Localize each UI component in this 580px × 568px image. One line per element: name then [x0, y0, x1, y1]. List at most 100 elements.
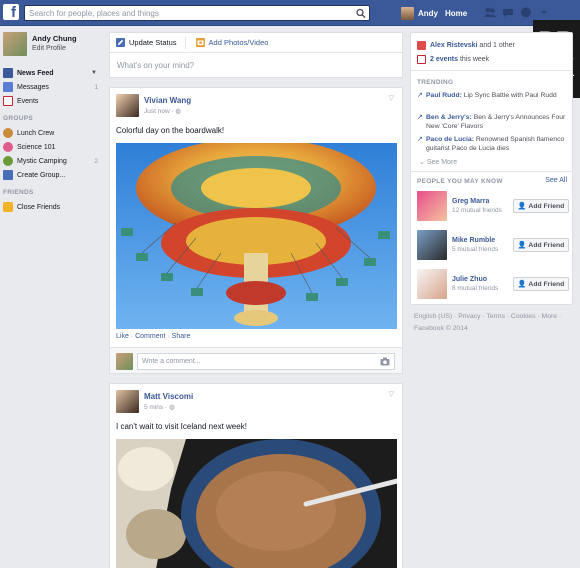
add-friend-icon: 👤: [517, 281, 527, 288]
pymk-card: Julie Zhuo 8 mutual friends 👤 Add Friend: [417, 269, 569, 301]
calendar-icon: [3, 96, 13, 106]
mutual-friends[interactable]: 5 mutual friends: [452, 246, 498, 253]
event-item[interactable]: 2 events this week: [417, 55, 489, 64]
trending-item[interactable]: ↗ Ben & Jerry's: Ben & Jerry's Announces…: [417, 113, 567, 131]
tree-icon: [3, 156, 13, 166]
post-photo[interactable]: [116, 143, 397, 329]
avatar[interactable]: [417, 269, 447, 299]
sidebar-item-close-friends[interactable]: Close Friends: [3, 200, 103, 214]
sidebar-item-messages[interactable]: Messages 1: [3, 80, 103, 94]
share-link[interactable]: Share: [172, 333, 191, 340]
avatar[interactable]: [417, 191, 447, 221]
add-photos-tab[interactable]: Add Photos/Video: [195, 38, 268, 47]
profile-name[interactable]: Andy Chung: [32, 34, 77, 43]
post-timestamp[interactable]: 5 mins · ◍: [144, 403, 193, 411]
comment-row: [110, 347, 402, 373]
post-author[interactable]: Vivian Wang: [144, 96, 191, 105]
add-friend-button[interactable]: 👤 Add Friend: [513, 238, 569, 252]
messages-icon: [3, 82, 13, 92]
mutual-friends[interactable]: 12 mutual friends: [452, 207, 502, 214]
page-footer: English (US) · Privacy · Terms · Cookies…: [414, 311, 574, 335]
edit-profile-link[interactable]: Edit Profile: [32, 45, 77, 52]
top-bar: f Andy Home: [0, 0, 580, 26]
add-friend-button[interactable]: 👤 Add Friend: [513, 199, 569, 213]
footer-links[interactable]: English (US) · Privacy · Terms · Cookies…: [414, 311, 574, 323]
post-text: Colorful day on the boardwalk!: [116, 126, 225, 135]
comment-input[interactable]: [138, 354, 368, 369]
pymk-name[interactable]: Mike Rumble: [452, 237, 495, 244]
star-icon: [3, 202, 13, 212]
settings-icon[interactable]: [538, 6, 550, 19]
post-author[interactable]: Matt Viscomi: [144, 392, 193, 401]
copyright: Facebook © 2014: [414, 325, 468, 332]
status-input[interactable]: What's on your mind?: [110, 53, 402, 70]
post-actions: Like · Comment · Share: [116, 333, 191, 340]
chevron-down-icon[interactable]: ▽: [389, 390, 394, 398]
pymk-name[interactable]: Greg Marra: [452, 198, 489, 205]
avatar: [401, 6, 414, 20]
chevron-down-icon[interactable]: ▽: [389, 94, 394, 102]
comment-box[interactable]: [137, 353, 395, 370]
trending-arrow-icon: ↗: [417, 114, 423, 121]
trending-item[interactable]: ↗ Paul Rudd: Lip Sync Battle with Paul R…: [417, 91, 567, 100]
home-link[interactable]: Home: [445, 9, 467, 18]
event-name[interactable]: 2 events: [430, 56, 458, 63]
chevron-down-icon[interactable]: ▼: [91, 70, 97, 76]
avatar[interactable]: [116, 390, 139, 413]
search-box[interactable]: [24, 5, 370, 21]
post-time: 5 mins: [144, 404, 164, 411]
avatar[interactable]: [3, 32, 27, 56]
pymk-card: Mike Rumble 5 mutual friends 👤 Add Friend: [417, 230, 569, 262]
camera-icon[interactable]: [380, 357, 390, 366]
event-rest: this week: [458, 56, 490, 63]
friend-requests-icon[interactable]: [484, 6, 496, 19]
post-timestamp[interactable]: Just now · ◍: [144, 107, 191, 115]
add-friend-icon: 👤: [517, 203, 527, 210]
divider: [411, 171, 572, 172]
group-icon: [3, 128, 13, 138]
comment-link[interactable]: Comment: [135, 333, 165, 340]
sidebar-profile[interactable]: Andy Chung Edit Profile: [3, 32, 103, 56]
see-all-link[interactable]: See All: [545, 177, 567, 184]
notifications-icon[interactable]: [520, 6, 532, 19]
sidebar-item-events[interactable]: Events: [3, 94, 103, 108]
post-header: Matt Viscomi 5 mins · ◍: [116, 390, 193, 413]
sidebar-item-label: Events: [17, 97, 39, 105]
top-profile-link[interactable]: Andy: [401, 6, 438, 20]
update-status-tab[interactable]: Update Status: [116, 38, 177, 47]
pymk-name[interactable]: Julie Zhuo: [452, 276, 487, 283]
sidebar-item-mystic-camping[interactable]: Mystic Camping 2: [3, 154, 103, 168]
like-link[interactable]: Like: [116, 333, 129, 340]
facebook-logo[interactable]: f: [3, 4, 19, 20]
see-more-link[interactable]: ⌄ See More: [419, 158, 457, 166]
avatar[interactable]: [417, 230, 447, 260]
messages-icon[interactable]: [502, 6, 514, 19]
trending-desc: Lip Sync Battle with Paul Rudd: [461, 92, 557, 99]
sidebar-item-label: Lunch Crew: [17, 129, 55, 137]
event-item[interactable]: Alex Ristevski and 1 other: [417, 41, 515, 50]
groups-header: GROUPS: [3, 115, 33, 122]
search-icon[interactable]: [355, 8, 367, 19]
top-notification-icons: [484, 6, 550, 19]
sidebar-item-create-group[interactable]: Create Group...: [3, 168, 103, 182]
add-friend-icon: 👤: [517, 242, 527, 249]
add-friend-label: Add Friend: [528, 241, 565, 249]
sidebar-item-lunch-crew[interactable]: Lunch Crew: [3, 126, 103, 140]
search-input[interactable]: [25, 6, 345, 20]
add-friend-button[interactable]: 👤 Add Friend: [513, 277, 569, 291]
feed-post: Vivian Wang Just now · ◍ ▽ Colorful day …: [109, 87, 403, 374]
trending-arrow-icon: ↗: [417, 92, 423, 99]
trending-item[interactable]: ↗ Paco de Lucia: Renowned Spanish flamen…: [417, 135, 567, 153]
sidebar-item-science-101[interactable]: Science 101: [3, 140, 103, 154]
pymk-card: Greg Marra 12 mutual friends 👤 Add Friend: [417, 191, 569, 223]
trending-arrow-icon: ↗: [417, 136, 423, 143]
mutual-friends[interactable]: 8 mutual friends: [452, 285, 498, 292]
chevron-down-icon: ⌄: [419, 159, 425, 166]
event-name[interactable]: Alex Ristevski: [430, 42, 477, 49]
pencil-icon: [116, 38, 125, 47]
camera-icon: [195, 38, 205, 47]
post-photo[interactable]: [116, 439, 397, 568]
gift-icon: [417, 41, 426, 50]
avatar[interactable]: [116, 94, 139, 117]
sidebar-item-news-feed[interactable]: News Feed ▼: [3, 66, 103, 80]
